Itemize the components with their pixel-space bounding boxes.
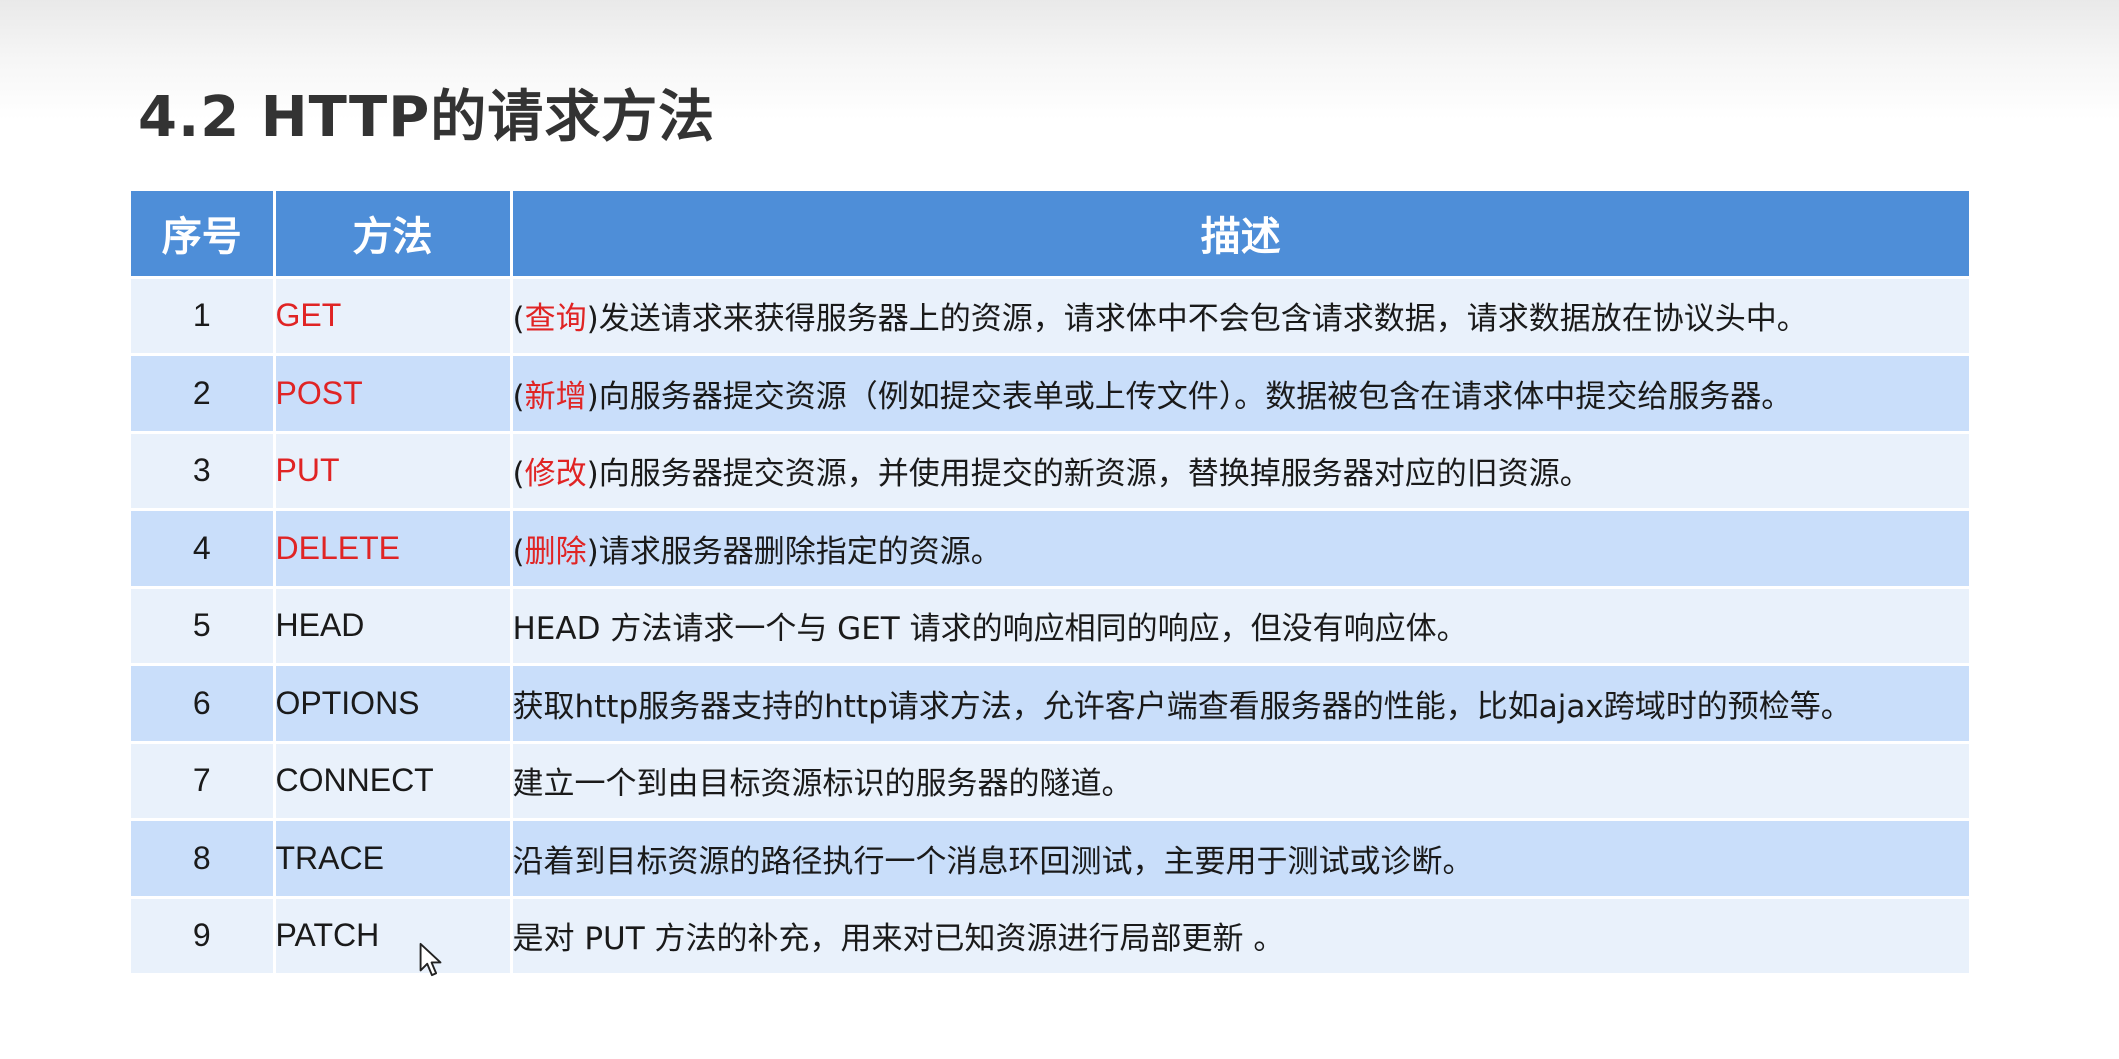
mouse-pointer-icon — [419, 942, 442, 977]
row-description: 是对 PUT 方法的补充，用来对已知资源进行局部更新 。 — [512, 921, 1285, 958]
description-text: )发送请求来获得服务器上的资源，请求体中不会包含请求数据，请求数据放在协议头中。 — [586, 301, 1808, 338]
row-number: 5 — [131, 587, 276, 665]
row-number: 2 — [131, 354, 276, 432]
table-row: 5 HEAD HEAD 方法请求一个与 GET 请求的响应相同的响应，但没有响应… — [131, 587, 1969, 665]
table-row: 3 PUT (修改)向服务器提交资源，并使用提交的新资源，替换掉服务器对应的旧资… — [131, 432, 1969, 510]
row-method: PATCH — [274, 897, 513, 975]
row-method: HEAD — [274, 587, 513, 665]
row-method: TRACE — [274, 819, 513, 897]
row-method: CONNECT — [274, 742, 513, 820]
table-row: 8 TRACE 沿着到目标资源的路径执行一个消息环回测试，主要用于测试或诊断。 — [131, 819, 1969, 897]
row-method: POST — [274, 354, 513, 432]
row-method: OPTIONS — [274, 664, 513, 742]
row-method: GET — [274, 277, 513, 355]
table-row: 7 CONNECT 建立一个到由目标资源标识的服务器的隧道。 — [131, 742, 1969, 820]
header-method: 方法 — [274, 191, 513, 277]
row-description: (查询)发送请求来获得服务器上的资源，请求体中不会包含请求数据，请求数据放在协议… — [512, 301, 1808, 338]
description-text: )请求服务器删除指定的资源。 — [586, 533, 1002, 570]
slide-title: 4.2 HTTP的请求方法 — [138, 85, 716, 150]
row-number: 7 — [131, 742, 276, 820]
table-row: 6 OPTIONS 获取http服务器支持的http请求方法，允许客户端查看服务… — [131, 664, 1969, 742]
row-description: (新增)向服务器提交资源（例如提交表单或上传文件）。数据被包含在请求体中提交给服… — [512, 378, 1793, 415]
row-number: 6 — [131, 664, 276, 742]
row-description: 沿着到目标资源的路径执行一个消息环回测试，主要用于测试或诊断。 — [512, 843, 1474, 880]
method-tag: 删除 — [524, 533, 587, 570]
row-description: 获取http服务器支持的http请求方法，允许客户端查看服务器的性能，比如aja… — [512, 688, 1852, 725]
table-row: 4 DELETE (删除)请求服务器删除指定的资源。 — [131, 509, 1969, 587]
table-row: 2 POST (新增)向服务器提交资源（例如提交表单或上传文件）。数据被包含在请… — [131, 354, 1969, 432]
table-header-row: 序号 方法 描述 — [131, 191, 1969, 277]
table-row: 1 GET (查询)发送请求来获得服务器上的资源，请求体中不会包含请求数据，请求… — [131, 277, 1969, 355]
row-method: PUT — [274, 432, 513, 510]
row-number: 9 — [131, 897, 276, 975]
http-methods-table: 序号 方法 描述 1 GET (查询)发送请求来获得服务器上的资源，请求体中不会… — [131, 191, 1969, 976]
table-row: 9 PATCH 是对 PUT 方法的补充，用来对已知资源进行局部更新 。 — [131, 897, 1969, 975]
row-description: HEAD 方法请求一个与 GET 请求的响应相同的响应，但没有响应体。 — [512, 611, 1468, 648]
row-description: (删除)请求服务器删除指定的资源。 — [512, 533, 1002, 570]
description-text: )向服务器提交资源，并使用提交的新资源，替换掉服务器对应的旧资源。 — [586, 456, 1591, 493]
description-text: )向服务器提交资源（例如提交表单或上传文件）。数据被包含在请求体中提交给服务器。 — [586, 378, 1793, 415]
row-description: 建立一个到由目标资源标识的服务器的隧道。 — [512, 766, 1133, 803]
method-tag: 新增 — [524, 378, 587, 415]
row-number: 3 — [131, 432, 276, 510]
row-number: 4 — [131, 509, 276, 587]
row-method: DELETE — [274, 509, 513, 587]
row-description: (修改)向服务器提交资源，并使用提交的新资源，替换掉服务器对应的旧资源。 — [512, 456, 1591, 493]
header-description: 描述 — [1200, 214, 1281, 261]
header-number: 序号 — [131, 191, 276, 277]
method-tag: 查询 — [524, 301, 587, 338]
method-tag: 修改 — [524, 456, 587, 493]
row-number: 1 — [131, 277, 276, 355]
row-number: 8 — [131, 819, 276, 897]
